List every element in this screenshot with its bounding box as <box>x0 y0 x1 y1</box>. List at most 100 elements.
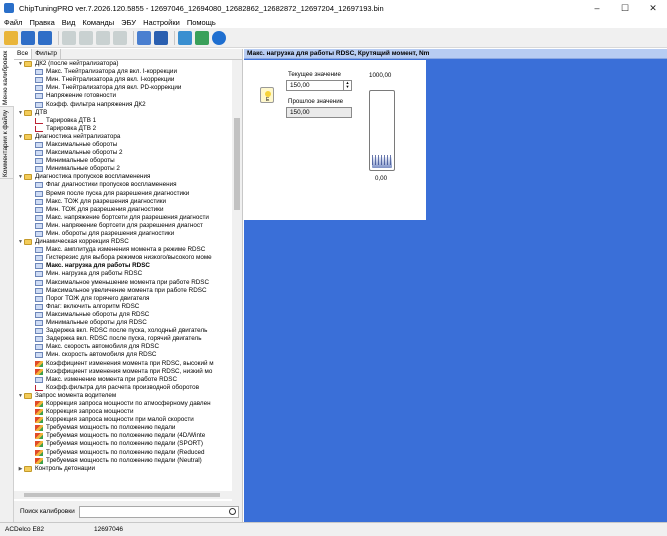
tree-item[interactable]: Тарировка ДТВ 1 <box>14 117 232 125</box>
tree-item[interactable]: Порог ТОЖ для горячего двигателя <box>14 295 232 303</box>
tree-item[interactable]: Макс. напряжение бортсети для разрешения… <box>14 214 232 222</box>
folder-icon <box>24 174 32 181</box>
tree-item-label: Время после пуска для разрешения диагнос… <box>46 189 190 197</box>
tree-item-label: Максимальное уменьшение момента при рабо… <box>46 278 210 286</box>
menu-edit[interactable]: Правка <box>29 18 54 27</box>
tree-item[interactable]: Тарировка ДТВ 2 <box>14 125 232 133</box>
maximize-button[interactable]: ☐ <box>611 0 639 16</box>
value-spinner[interactable]: ▲ ▼ <box>343 81 351 90</box>
tree-folder[interactable]: ▼ Запрос момента водителем <box>14 392 232 400</box>
status-file-id: 12697046 <box>94 526 123 533</box>
tree-item[interactable]: Флаг: включить алгоритм RDSC <box>14 303 232 311</box>
collapse-icon[interactable]: ▼ <box>17 392 24 400</box>
collapse-icon[interactable]: ▼ <box>17 238 24 246</box>
tree-item[interactable]: Мин. скорость автомобиля для RDSC <box>14 351 232 359</box>
connect-icon[interactable] <box>178 30 192 45</box>
tree-item[interactable]: Мин. ТОЖ для разрешения диагностики <box>14 206 232 214</box>
tree-item[interactable]: Мин. обороты для разрешения диагностики <box>14 230 232 238</box>
close-button[interactable]: ✕ <box>639 0 667 16</box>
status-bar: ACDelco E82 12697046 <box>0 522 667 536</box>
disconnect-icon[interactable] <box>195 30 209 45</box>
tree-item[interactable]: Мин. нагрузка для работы RDSC <box>14 270 232 278</box>
tree-item[interactable]: Минимальные обороты 2 <box>14 165 232 173</box>
menu-ecu[interactable]: ЭБУ <box>121 18 136 27</box>
menu-help[interactable]: Помощь <box>187 18 216 27</box>
tree-item[interactable]: Задержка вкл. RDSC после пуска, холодный… <box>14 327 232 335</box>
scrollbar-thumb[interactable] <box>24 493 220 497</box>
value-icon <box>35 255 43 262</box>
curve-icon <box>35 117 43 124</box>
tree-item[interactable]: Максимальные обороты <box>14 141 232 149</box>
tree-horizontal-scrollbar[interactable] <box>14 491 232 499</box>
menu-view[interactable]: Вид <box>62 18 76 27</box>
tree-item-label: Максимальные обороты <box>46 140 118 148</box>
collapse-icon[interactable]: ▼ <box>17 109 24 117</box>
tree-item[interactable]: Максимальные обороты для RDSC <box>14 311 232 319</box>
menu-file[interactable]: Файл <box>4 18 22 27</box>
tree-item[interactable]: Минимальные обороты <box>14 157 232 165</box>
tree-folder[interactable]: ▶ Контроль детонации <box>14 465 232 473</box>
tree-item[interactable]: Коррекция запроса мощности при малой ско… <box>14 416 232 424</box>
map-3d-icon <box>35 360 43 367</box>
tree-item[interactable]: Коэффициент изменения момента при RDSC, … <box>14 359 232 367</box>
value-gauge[interactable] <box>369 90 395 171</box>
tree-folder[interactable]: ▼ Диагностика нейтрализатора <box>14 133 232 141</box>
value-icon <box>35 320 43 327</box>
folder-icon <box>24 239 32 246</box>
compare-icon[interactable] <box>137 30 151 45</box>
undo-icon[interactable] <box>96 30 110 45</box>
open-folder-icon[interactable] <box>4 30 18 45</box>
tree-item[interactable]: Максимальное уменьшение момента при рабо… <box>14 279 232 287</box>
tab-filter[interactable]: Фильтр <box>32 49 62 59</box>
menu-settings[interactable]: Настройки <box>143 18 180 27</box>
expand-icon[interactable]: ▶ <box>17 465 24 473</box>
tree-item[interactable]: Флаг диагностики пропусков воспламенения <box>14 181 232 189</box>
checksum-icon[interactable] <box>154 30 168 45</box>
tree-folder[interactable]: ▼ ДТВ <box>14 109 232 117</box>
tree-vertical-scrollbar[interactable] <box>232 60 242 501</box>
search-input[interactable] <box>78 505 239 518</box>
tree-item[interactable]: Мин. напряжение бортсети для разрешения … <box>14 222 232 230</box>
tree-item[interactable]: Минимальные обороты для RDSC <box>14 319 232 327</box>
paste-icon[interactable] <box>79 30 93 45</box>
tree-item-label: Требуемая мощность по положению педали (… <box>46 440 203 448</box>
tree-item[interactable]: Требуемая мощность по положению педали (… <box>14 449 232 457</box>
current-value-input[interactable]: 150,00 ▲ ▼ <box>286 80 352 91</box>
collapse-icon[interactable]: ▼ <box>17 173 24 181</box>
help-icon[interactable] <box>212 30 226 45</box>
search-icon[interactable] <box>228 507 236 515</box>
side-tab-calibrations[interactable]: Меню калибровок <box>0 49 14 107</box>
side-tab-comments[interactable]: Комментарии к файлу <box>0 107 14 179</box>
lightbulb-icon[interactable]: E <box>260 87 274 103</box>
copy-icon[interactable] <box>62 30 76 45</box>
minimize-button[interactable]: – <box>583 0 611 16</box>
redo-icon[interactable] <box>113 30 127 45</box>
tree-item[interactable]: Время после пуска для разрешения диагнос… <box>14 190 232 198</box>
tree-item-label: Динамическая коррекция RDSC <box>35 238 129 246</box>
tree-item[interactable]: Коррекция запроса мощности <box>14 408 232 416</box>
folder-icon <box>24 133 32 140</box>
collapse-icon[interactable]: ▼ <box>17 133 24 141</box>
tree-folder[interactable]: ▼ ДК2 (после нейтрализатора) <box>14 60 232 68</box>
tree-item[interactable]: Мин. Тнейтрализатора для вкл. PD-коррекц… <box>14 84 232 92</box>
scrollbar-thumb[interactable] <box>234 118 240 210</box>
tree-item[interactable]: Макс. Тнейтрализатора для вкл. I-коррекц… <box>14 68 232 76</box>
menu-commands[interactable]: Команды <box>82 18 114 27</box>
tree-item[interactable]: Коррекция запроса мощности по атмосферно… <box>14 400 232 408</box>
save-as-icon[interactable] <box>38 30 52 45</box>
tree-item[interactable]: Макс. ТОЖ для разрешения диагностики <box>14 198 232 206</box>
tree-item[interactable]: Макс. изменение момента при работе RDSC <box>14 376 232 384</box>
tab-all[interactable]: Все <box>14 49 33 59</box>
tree-item[interactable]: Коэффициент изменения момента при RDSC, … <box>14 368 232 376</box>
tree-item[interactable]: Требуемая мощность по положению педали (… <box>14 440 232 448</box>
collapse-icon[interactable]: ▼ <box>17 60 24 68</box>
save-icon[interactable] <box>21 30 35 45</box>
tree-folder[interactable]: ▼ Динамическая коррекция RDSC <box>14 238 232 246</box>
tree-item[interactable]: Коэфф. фильтра напряжения ДК2 <box>14 100 232 108</box>
tree-item[interactable]: Максимальные обороты 2 <box>14 149 232 157</box>
tree-folder[interactable]: ▼ Диагностика пропусков воспламенения <box>14 173 232 181</box>
tree-item[interactable]: Требуемая мощность по положению педали (… <box>14 457 232 465</box>
tree-item[interactable]: Максимальное увеличение момента при рабо… <box>14 287 232 295</box>
tree-item[interactable]: Коэфф.фильтра для расчета производной об… <box>14 384 232 392</box>
tree-item[interactable]: Напряжение готовности <box>14 92 232 100</box>
